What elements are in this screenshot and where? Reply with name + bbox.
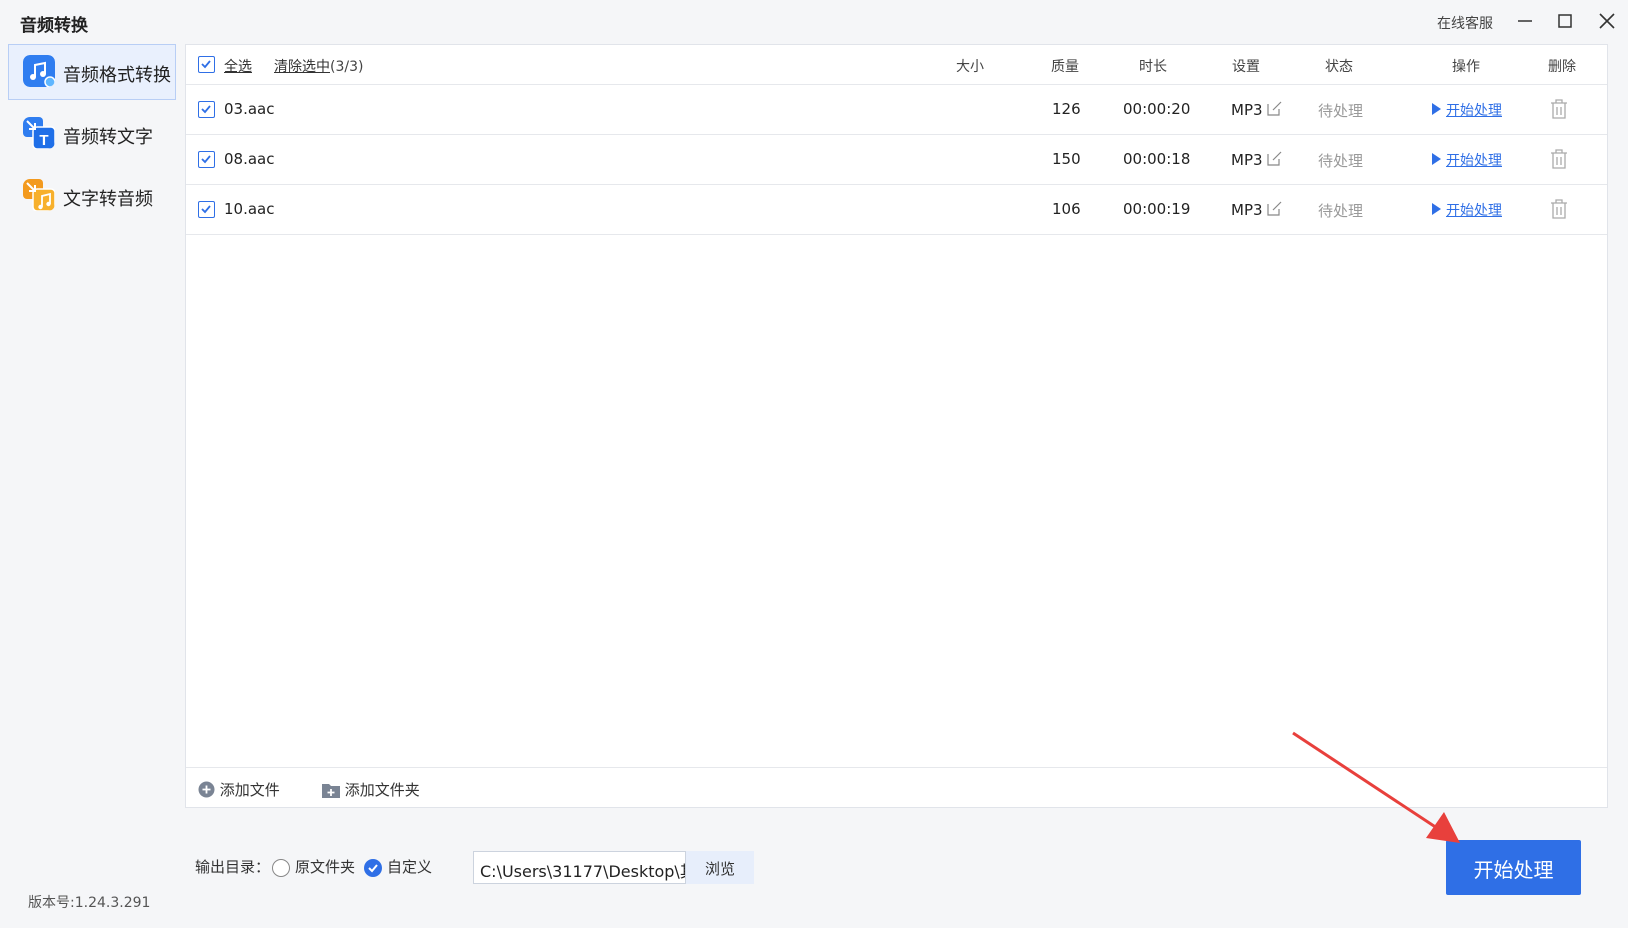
check-icon [201,155,211,164]
trash-icon[interactable] [1550,149,1568,169]
col-duration: 时长 [1139,59,1167,75]
play-icon [1432,103,1441,115]
table-row: 10.aac 106 00:00:19 MP3 待处理 开始处理 [186,185,1607,235]
music-convert-icon [23,55,55,87]
row-checkbox[interactable] [198,151,215,168]
output-path-input[interactable]: C:\Users\31177\Desktop\其 [473,851,686,884]
annotation-arrow-icon [1292,731,1460,843]
row-checkbox[interactable] [198,201,215,218]
col-delete: 删除 [1548,59,1576,75]
file-duration: 00:00:18 [1123,150,1191,168]
format-setting[interactable]: MP3 [1231,200,1283,219]
play-icon [1432,153,1441,165]
sidebar-item-label: 音频转文字 [63,127,153,148]
select-all-checkbox[interactable] [198,56,215,73]
option-original-label[interactable]: 原文件夹 [295,856,355,877]
col-action: 操作 [1452,59,1480,75]
check-icon [201,60,211,69]
select-all-link[interactable]: 全选 [224,56,252,76]
svg-text:T: T [39,132,48,149]
add-file-label: 添加文件 [219,781,280,799]
minimize-icon[interactable] [1512,8,1538,34]
col-status: 状态 [1325,59,1353,75]
file-quality: 150 [1052,150,1081,168]
app-title: 音频转换 [20,16,88,36]
sidebar-item-label: 文字转音频 [63,189,153,210]
title-bar: 音频转换 在线客服 [0,0,1628,42]
version-label: 版本号:1.24.3.291 [28,895,151,911]
check-icon [368,864,378,873]
start-row-link[interactable]: 开始处理 [1446,200,1502,220]
row-checkbox[interactable] [198,101,215,118]
clear-selection-link[interactable]: 清除选中 [274,59,330,75]
col-settings: 设置 [1232,59,1260,75]
add-folder-button[interactable]: 添加文件夹 [322,779,420,800]
sidebar-item-text-to-audio[interactable]: 文字转音频 [8,168,176,224]
file-duration: 00:00:19 [1123,200,1191,218]
radio-original-folder[interactable] [272,859,290,877]
check-icon [201,105,211,114]
edit-icon[interactable] [1266,200,1283,217]
col-quality: 质量 [1051,59,1079,75]
table-row: 08.aac 150 00:00:18 MP3 待处理 开始处理 [186,135,1607,185]
start-row-link[interactable]: 开始处理 [1446,100,1502,120]
audio-to-text-icon: T [23,117,55,149]
format-label: MP3 [1231,151,1263,169]
format-label: MP3 [1231,201,1263,219]
sidebar: 音频格式转换 T 音频转文字 文字转音频 [8,44,176,230]
start-row-link[interactable]: 开始处理 [1446,150,1502,170]
format-label: MP3 [1231,101,1263,119]
file-quality: 126 [1052,100,1081,118]
table-row: 03.aac 126 00:00:20 MP3 待处理 开始处理 [186,85,1607,135]
file-name: 03.aac [224,100,275,118]
trash-icon[interactable] [1550,99,1568,119]
trash-icon[interactable] [1550,199,1568,219]
close-icon[interactable] [1594,8,1620,34]
format-setting[interactable]: MP3 [1231,150,1283,169]
output-dir-label: 输出目录： [195,858,271,876]
file-duration: 00:00:20 [1123,100,1191,118]
online-service-link[interactable]: 在线客服 [1437,13,1493,33]
edit-icon[interactable] [1266,100,1283,117]
radio-custom-folder[interactable] [364,859,382,877]
status-label: 待处理 [1318,102,1364,120]
add-circle-icon [198,781,215,798]
col-size: 大小 [956,59,984,75]
format-setting[interactable]: MP3 [1231,100,1283,119]
file-name: 10.aac [224,200,275,218]
status-label: 待处理 [1318,152,1364,170]
file-list-panel: 全选 清除选中(3/3) 大小 质量 时长 设置 状态 操作 删除 03.aac… [185,44,1608,808]
sidebar-item-audio-to-text[interactable]: T 音频转文字 [8,106,176,162]
add-folder-icon [322,784,340,798]
add-file-button[interactable]: 添加文件 [198,779,280,800]
sidebar-item-audio-format-convert[interactable]: 音频格式转换 [8,44,176,100]
add-folder-label: 添加文件夹 [344,781,420,799]
browse-button[interactable]: 浏览 [686,851,754,884]
sidebar-item-label: 音频格式转换 [63,65,171,86]
selection-count: (3/3) [330,59,364,75]
file-name: 08.aac [224,150,275,168]
clear-selection-group: 清除选中(3/3) [274,56,363,76]
edit-icon[interactable] [1266,150,1283,167]
status-label: 待处理 [1318,202,1364,220]
option-custom-label[interactable]: 自定义 [387,856,432,877]
maximize-icon[interactable] [1552,8,1578,34]
table-header: 全选 清除选中(3/3) 大小 质量 时长 设置 状态 操作 删除 [186,45,1607,85]
file-quality: 106 [1052,200,1081,218]
text-to-audio-icon [23,179,55,211]
check-icon [201,205,211,214]
play-icon [1432,203,1441,215]
